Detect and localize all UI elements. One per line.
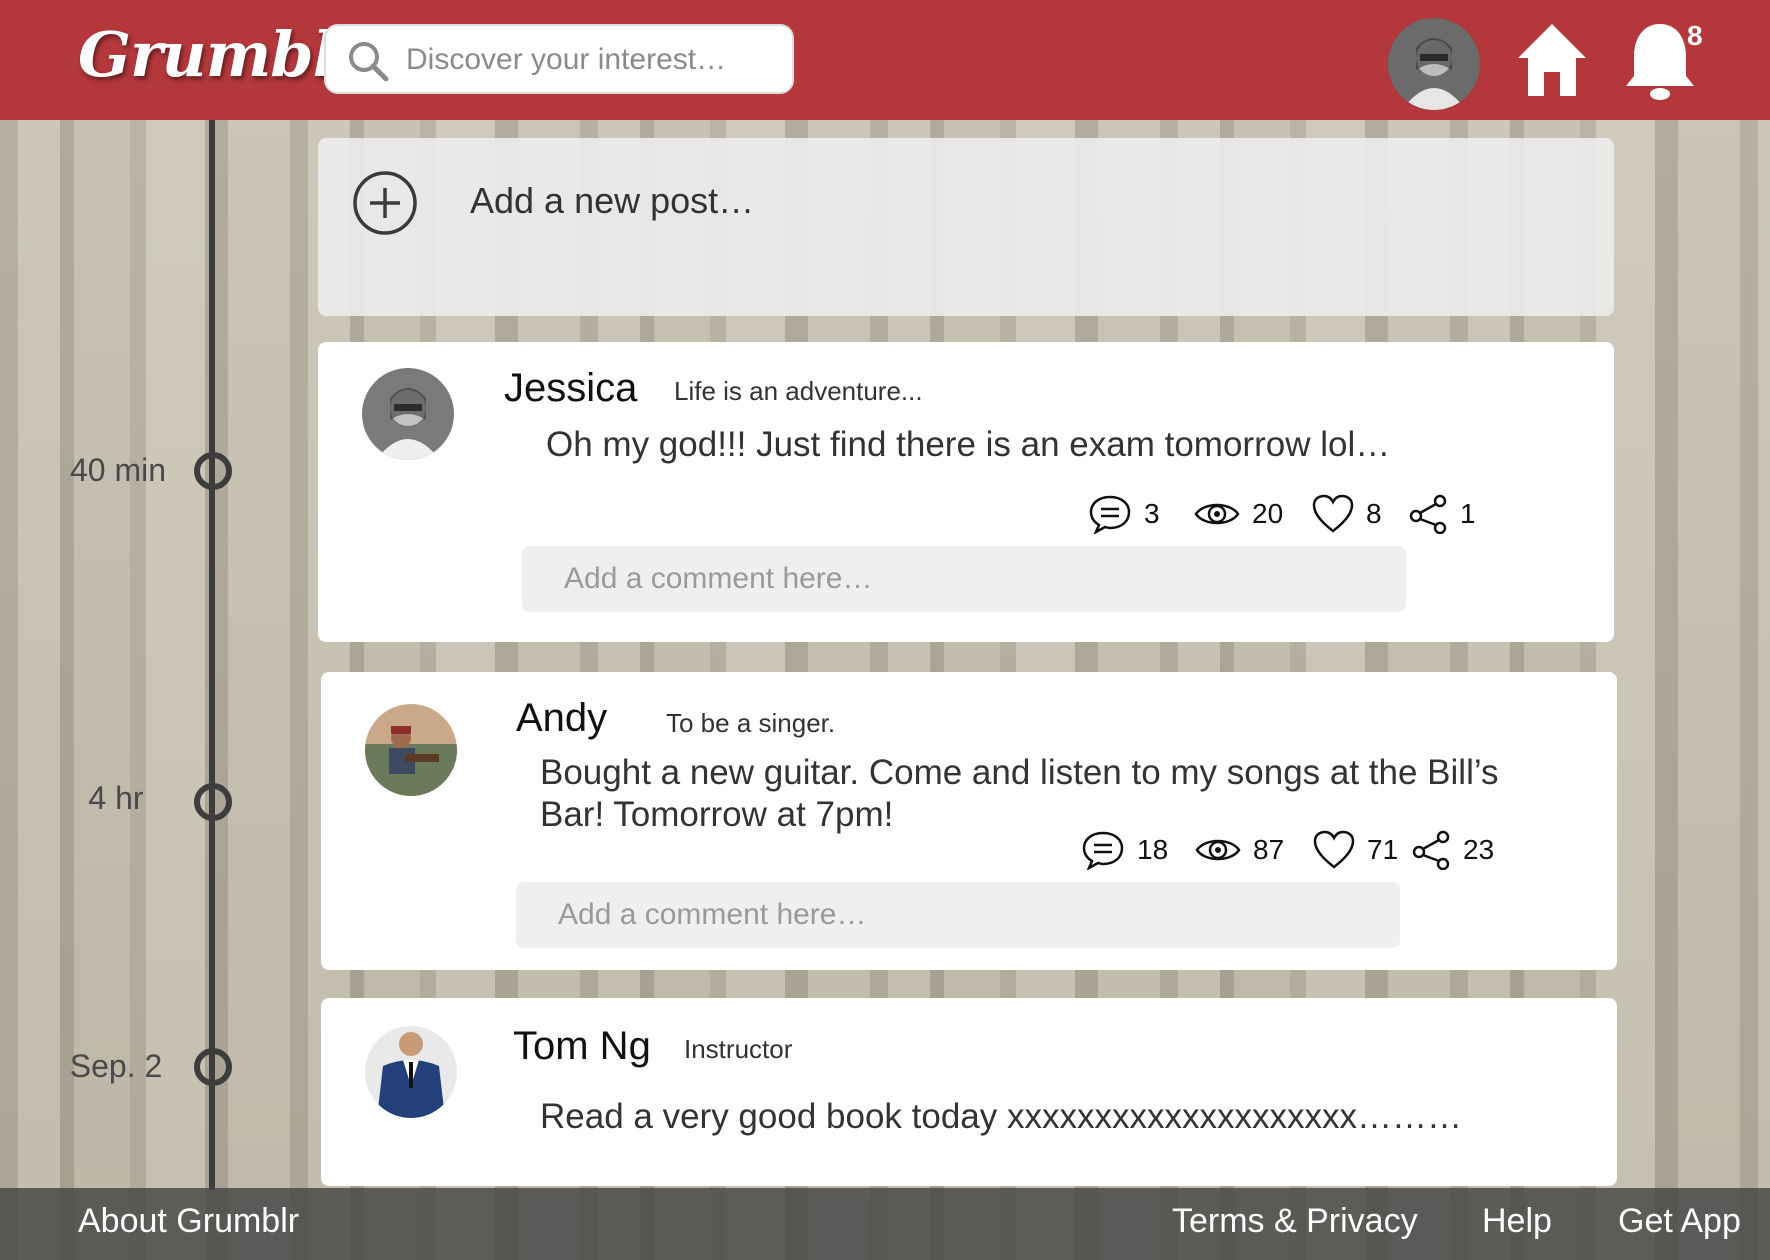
post-stats: 18 87 71 23 bbox=[1081, 828, 1561, 872]
search-icon bbox=[349, 42, 389, 82]
avatar[interactable] bbox=[365, 704, 457, 796]
share-count: 23 bbox=[1463, 834, 1495, 865]
timeline-line bbox=[209, 120, 215, 1190]
top-header: Grumblr 8 bbox=[0, 0, 1770, 120]
post-card: Andy To be a singer. Bought a new guitar… bbox=[321, 672, 1617, 970]
comment-count: 3 bbox=[1144, 498, 1160, 529]
comment-count: 18 bbox=[1137, 834, 1169, 865]
footer: About Grumblr Terms & Privacy Help Get A… bbox=[0, 1188, 1770, 1260]
like-stat[interactable]: 8 bbox=[1312, 492, 1382, 536]
post-stats: 3 20 8 1 bbox=[1088, 492, 1568, 536]
heart-icon bbox=[1313, 830, 1355, 869]
search-box[interactable] bbox=[324, 24, 794, 94]
user-name[interactable]: Andy bbox=[516, 696, 607, 741]
help-link[interactable]: Help bbox=[1482, 1202, 1552, 1241]
like-count: 71 bbox=[1367, 834, 1399, 865]
share-count: 1 bbox=[1460, 498, 1476, 529]
about-link[interactable]: About Grumblr bbox=[78, 1202, 299, 1241]
post-card: Tom Ng Instructor Read a very good book … bbox=[321, 998, 1617, 1186]
like-stat[interactable]: 71 bbox=[1313, 828, 1398, 872]
share-icon bbox=[1409, 494, 1447, 534]
avatar[interactable] bbox=[365, 1026, 457, 1118]
share-stat[interactable]: 23 bbox=[1411, 828, 1494, 872]
notification-count: 8 bbox=[1687, 20, 1703, 51]
plus-circle-icon[interactable] bbox=[352, 170, 418, 236]
user-name[interactable]: Jessica bbox=[504, 366, 637, 411]
user-avatar[interactable] bbox=[1388, 18, 1480, 110]
timeline-label: 40 min bbox=[69, 452, 167, 488]
user-name[interactable]: Tom Ng bbox=[513, 1024, 651, 1069]
terms-link[interactable]: Terms & Privacy bbox=[1172, 1202, 1418, 1241]
comment-input[interactable] bbox=[522, 546, 1406, 612]
search-input[interactable] bbox=[404, 36, 778, 84]
share-stat[interactable]: 1 bbox=[1408, 492, 1476, 536]
post-text: Read a very good book today xxxxxxxxxxxx… bbox=[540, 1097, 1462, 1136]
timeline-label: 4 hr bbox=[88, 780, 144, 816]
user-tagline: Instructor bbox=[684, 1034, 793, 1064]
timeline-label: Sep. 2 bbox=[69, 1048, 163, 1084]
comment-stat[interactable]: 3 bbox=[1088, 492, 1160, 536]
user-tagline: Life is an adventure... bbox=[674, 376, 923, 406]
comment-input[interactable] bbox=[516, 882, 1400, 948]
new-post-label: Add a new post… bbox=[470, 180, 755, 221]
post-text: Oh my god!!! Just find there is an exam … bbox=[546, 425, 1391, 464]
view-count: 20 bbox=[1252, 498, 1284, 529]
comment-icon bbox=[1089, 495, 1131, 534]
home-icon[interactable] bbox=[1516, 20, 1588, 100]
post-text: Bought a new guitar. Come and listen to … bbox=[540, 753, 1499, 834]
eye-icon bbox=[1195, 839, 1241, 861]
post-card: Jessica Life is an adventure... Oh my go… bbox=[318, 342, 1614, 642]
view-count: 87 bbox=[1253, 834, 1285, 865]
new-post-box[interactable]: Add a new post… bbox=[318, 138, 1614, 316]
share-icon bbox=[1412, 830, 1450, 870]
get-app-link[interactable]: Get App bbox=[1618, 1202, 1741, 1241]
eye-icon bbox=[1194, 503, 1240, 525]
heart-icon bbox=[1312, 494, 1354, 533]
timeline-dot bbox=[194, 783, 232, 821]
avatar[interactable] bbox=[362, 368, 454, 460]
like-count: 8 bbox=[1366, 498, 1382, 529]
view-stat[interactable]: 87 bbox=[1195, 828, 1284, 872]
user-tagline: To be a singer. bbox=[666, 708, 836, 738]
view-stat[interactable]: 20 bbox=[1194, 492, 1283, 536]
comment-stat[interactable]: 18 bbox=[1081, 828, 1168, 872]
comment-icon bbox=[1082, 831, 1124, 870]
timeline-dot bbox=[194, 452, 232, 490]
timeline-dot bbox=[194, 1048, 232, 1086]
